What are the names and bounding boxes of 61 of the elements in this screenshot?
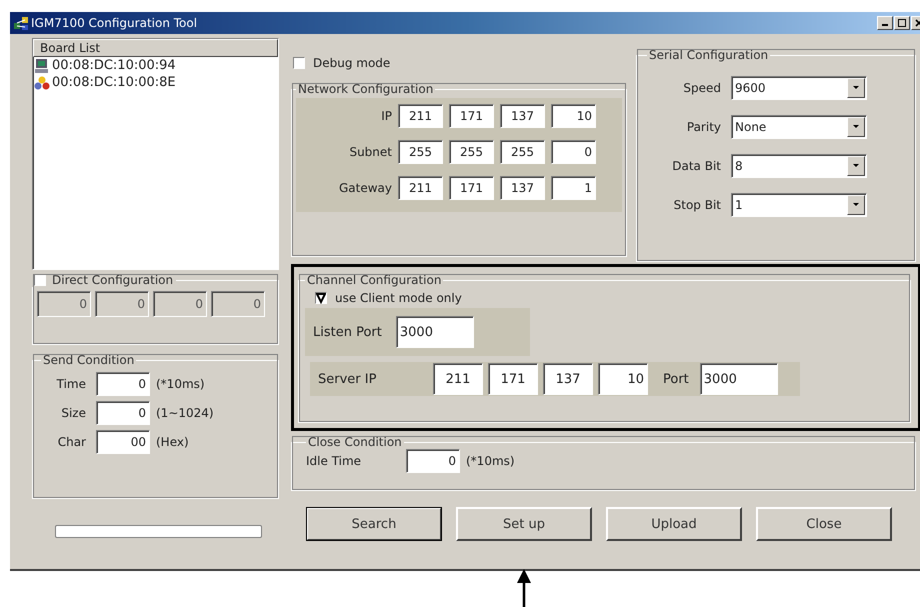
field-label: Port: [663, 372, 689, 386]
input-field[interactable]: 211: [398, 176, 443, 200]
list-header[interactable]: Board List: [33, 39, 278, 57]
field-label: Listen Port: [313, 324, 382, 340]
checkbox-label[interactable]: Debug mode: [313, 56, 390, 70]
field-label: Idle Time: [306, 454, 362, 468]
dialog-button[interactable]: Close: [756, 507, 892, 541]
input-field[interactable]: 00: [96, 430, 150, 454]
input-field[interactable]: 211: [433, 363, 483, 395]
input-field[interactable]: 3000: [396, 316, 474, 348]
field-label: Gateway: [338, 181, 392, 195]
input-field[interactable]: 255: [449, 140, 494, 164]
window-title: IGM7100 Configuration Tool: [31, 16, 198, 30]
unit-label: (1~1024): [156, 406, 214, 420]
unit-label: (*10ms): [466, 454, 515, 468]
field-label: Size: [60, 406, 86, 420]
field-label: Data Bit: [671, 158, 721, 172]
input-field[interactable]: 10: [551, 104, 596, 128]
field-label: Time: [56, 377, 86, 391]
checkbox-label[interactable]: use Client mode only: [335, 291, 462, 305]
input-field[interactable]: 137: [500, 104, 545, 128]
input-field[interactable]: 0: [406, 449, 460, 473]
dialog-button[interactable]: Set up: [456, 507, 592, 541]
field-label: Char: [56, 435, 86, 449]
dropdown[interactable]: 8: [731, 154, 867, 178]
input-field[interactable]: 255: [500, 140, 545, 164]
input-field[interactable]: 171: [449, 104, 494, 128]
input-field[interactable]: 3000: [700, 363, 778, 395]
dialog-button[interactable]: Upload: [606, 507, 742, 541]
group-title: Network Configuration: [298, 82, 434, 96]
group-title: Serial Configuration: [649, 48, 768, 62]
input-field[interactable]: 0: [96, 401, 150, 425]
dropdown[interactable]: None: [731, 114, 867, 138]
dropdown[interactable]: 1: [731, 192, 867, 216]
input-field[interactable]: 171: [449, 176, 494, 200]
field-label: Subnet: [348, 145, 392, 159]
field-label: Stop Bit: [672, 198, 721, 212]
group-title: Send Condition: [43, 353, 134, 367]
input-field[interactable]: 255: [398, 140, 443, 164]
board-address: 00:08:DC:10:00:94: [52, 58, 176, 73]
input-field[interactable]: 137: [500, 176, 545, 200]
field-label: Server IP: [318, 372, 378, 386]
field-label: IP: [380, 109, 392, 123]
board-item[interactable]: 00:08:DC:10:00:8E: [33, 74, 278, 91]
unit-label: (*10ms): [156, 377, 205, 391]
dropdown[interactable]: 9600: [731, 76, 867, 100]
board-item[interactable]: 00:08:DC:10:00:94: [33, 57, 278, 74]
input-field[interactable]: 0: [551, 140, 596, 164]
field-label: Parity: [686, 120, 721, 134]
input-field[interactable]: 0: [96, 372, 150, 396]
input-field[interactable]: 10: [598, 363, 648, 395]
group-title: Close Condition: [308, 435, 402, 449]
input-field[interactable]: 137: [543, 363, 593, 395]
group-title: Channel Configuration: [307, 273, 442, 287]
dialog-button[interactable]: Search: [306, 507, 442, 541]
board-address: 00:08:DC:10:00:8E: [52, 75, 176, 90]
unit-label: (Hex): [156, 435, 189, 449]
input-field[interactable]: 211: [398, 104, 443, 128]
input-field[interactable]: 171: [488, 363, 538, 395]
input-field[interactable]: 1: [551, 176, 596, 200]
field-label: Speed: [682, 80, 721, 94]
